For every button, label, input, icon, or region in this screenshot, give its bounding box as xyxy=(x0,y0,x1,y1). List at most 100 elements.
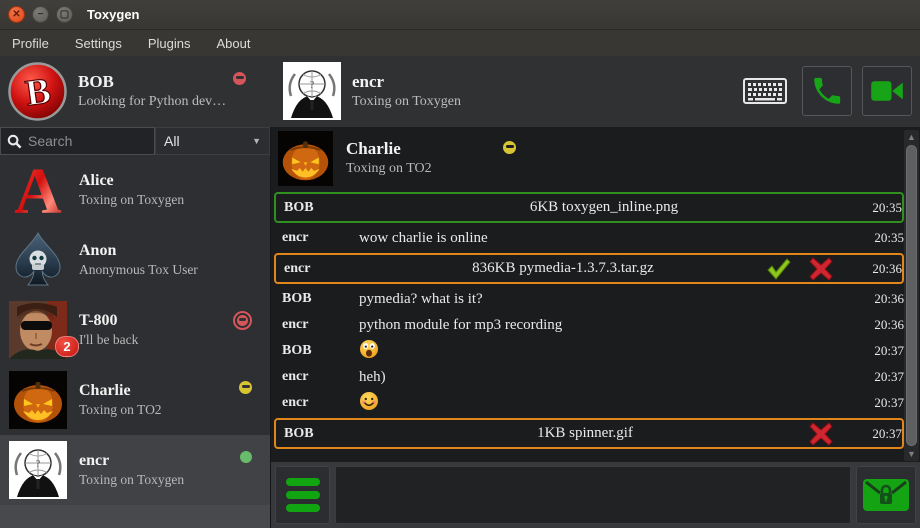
sidebar-filler xyxy=(0,505,270,528)
chat-peer-status-message: Toxing on TO2 xyxy=(346,159,432,178)
message-emoji xyxy=(359,339,849,364)
sidebar: All ▼ A Alice Toxing on Toxygen xyxy=(0,127,270,528)
video-camera-icon xyxy=(869,76,905,106)
menu-plugins[interactable]: Plugins xyxy=(148,36,191,51)
chat-peer-away-status-icon xyxy=(503,141,516,154)
menu-settings[interactable]: Settings xyxy=(75,36,122,51)
hamburger-menu-icon xyxy=(286,478,320,486)
contact-name: Alice xyxy=(79,171,184,191)
scrollbar-thumb[interactable] xyxy=(906,145,917,446)
message-sender: BOB xyxy=(276,426,361,442)
chat-pane: Charlie Toxing on TO2 BOB 6KB toxygen_in… xyxy=(270,127,920,528)
chat-header: Charlie Toxing on TO2 xyxy=(271,127,920,189)
contact-name: encr xyxy=(79,451,184,471)
chat-peer-name: Charlie xyxy=(346,138,432,159)
keyboard-icon xyxy=(743,78,787,104)
message-time: 20:37 xyxy=(847,426,902,442)
message-sender: encr xyxy=(274,230,359,246)
contact-item-alice[interactable]: A Alice Toxing on Toxygen xyxy=(0,155,270,225)
maximize-window-icon[interactable]: ▢ xyxy=(56,6,73,23)
message-row: BOB 20:37 xyxy=(274,338,904,364)
peer-avatar: ? xyxy=(283,62,341,120)
screen-keyboard-button[interactable] xyxy=(742,78,788,104)
self-avatar[interactable]: B xyxy=(8,62,67,121)
t800-avatar: 2 xyxy=(9,301,67,359)
attachment-menu-button[interactable] xyxy=(275,466,330,524)
file-name: 6KB toxygen_inline.png xyxy=(361,199,847,216)
contact-item-charlie[interactable]: Charlie Toxing on TO2 xyxy=(0,365,270,435)
alice-avatar: A xyxy=(9,161,67,219)
message-time: 20:36 xyxy=(849,317,904,333)
charlie-avatar xyxy=(9,371,67,429)
phone-icon xyxy=(810,74,844,108)
message-sender: BOB xyxy=(274,343,359,359)
close-window-icon[interactable]: ✕ xyxy=(8,6,25,23)
message-time: 20:35 xyxy=(847,200,902,216)
menu-about[interactable]: About xyxy=(216,36,250,51)
self-status-message[interactable]: Looking for Python dev… xyxy=(78,92,226,111)
contact-item-encr[interactable]: ? encr Toxing on Toxygen xyxy=(0,435,270,505)
filter-value: All xyxy=(164,133,180,149)
contact-status-message: Toxing on TO2 xyxy=(79,401,162,419)
audio-call-button[interactable] xyxy=(802,66,852,116)
send-message-button[interactable] xyxy=(856,466,916,524)
scroll-down-icon[interactable]: ▼ xyxy=(907,447,916,461)
contact-item-anon[interactable]: Anon Anonymous Tox User xyxy=(0,225,270,295)
chat-scrollbar[interactable]: ▲ ▼ xyxy=(904,130,919,461)
file-name: 836KB pymedia-1.3.7.3.tar.gz xyxy=(361,260,765,277)
message-sender: encr xyxy=(274,317,359,333)
message-row: encr heh) 20:37 xyxy=(274,364,904,390)
video-call-button[interactable] xyxy=(862,66,912,116)
contact-name: Charlie xyxy=(79,381,162,401)
anon-avatar xyxy=(9,231,67,289)
smiling-face-emoji-icon xyxy=(359,391,379,411)
file-transfer-row: BOB 1KB spinner.gif 20:37 xyxy=(274,418,904,449)
message-time: 20:35 xyxy=(849,230,904,246)
message-sender: BOB xyxy=(274,291,359,307)
message-sender: encr xyxy=(276,261,361,277)
file-transfer-row: encr 836KB pymedia-1.3.7.3.tar.gz 20:36 xyxy=(274,253,904,284)
menubar: Profile Settings Plugins About xyxy=(0,30,920,56)
contact-filter-dropdown[interactable]: All ▼ xyxy=(155,127,270,155)
message-input-bar xyxy=(271,462,920,528)
self-name[interactable]: BOB xyxy=(78,72,226,92)
away-status-icon xyxy=(239,381,252,394)
search-input[interactable] xyxy=(28,133,138,149)
top-panel: B BOB Looking for Python dev… ? xyxy=(0,56,920,127)
minimize-window-icon[interactable]: − xyxy=(32,6,49,23)
message-time: 20:37 xyxy=(849,395,904,411)
busy-new-message-status-icon xyxy=(233,311,252,330)
message-list: BOB 6KB toxygen_inline.png 20:35 encr wo… xyxy=(271,189,920,462)
decline-file-icon[interactable] xyxy=(809,422,833,446)
search-box[interactable] xyxy=(0,127,155,155)
unread-count-badge: 2 xyxy=(55,336,79,357)
titlebar: ✕ − ▢ Toxygen xyxy=(0,0,920,30)
message-time: 20:37 xyxy=(849,343,904,359)
message-sender: encr xyxy=(274,395,359,411)
message-input[interactable] xyxy=(335,466,851,524)
contact-status-message: Toxing on Toxygen xyxy=(79,471,184,489)
message-row: encr wow charlie is online 20:35 xyxy=(274,225,904,251)
message-text: wow charlie is online xyxy=(359,230,849,247)
encrypted-send-icon xyxy=(862,476,910,514)
self-busy-status-icon[interactable] xyxy=(233,72,246,85)
decline-file-icon[interactable] xyxy=(809,257,833,281)
file-transfer-row: BOB 6KB toxygen_inline.png 20:35 xyxy=(274,192,904,223)
toxygen-window: ✕ − ▢ Toxygen Profile Settings Plugins A… xyxy=(0,0,920,528)
accept-file-icon[interactable] xyxy=(765,257,791,281)
shocked-face-emoji-icon xyxy=(359,339,379,359)
message-sender: BOB xyxy=(276,200,361,216)
contact-item-t800[interactable]: 2 T-800 I'll be back xyxy=(0,295,270,365)
message-time: 20:37 xyxy=(849,369,904,385)
encr-avatar: ? xyxy=(9,441,67,499)
message-row: encr python module for mp3 recording 20:… xyxy=(274,312,904,338)
peer-status-message: Toxing on Toxygen xyxy=(352,92,461,111)
message-row: encr 20:37 xyxy=(274,390,904,416)
contact-name: T-800 xyxy=(79,311,138,331)
chevron-down-icon: ▼ xyxy=(252,136,261,146)
message-sender: encr xyxy=(274,369,359,385)
contact-name: Anon xyxy=(79,241,198,261)
message-row: BOB pymedia? what is it? 20:36 xyxy=(274,286,904,312)
menu-profile[interactable]: Profile xyxy=(12,36,49,51)
scroll-up-icon[interactable]: ▲ xyxy=(907,130,916,144)
